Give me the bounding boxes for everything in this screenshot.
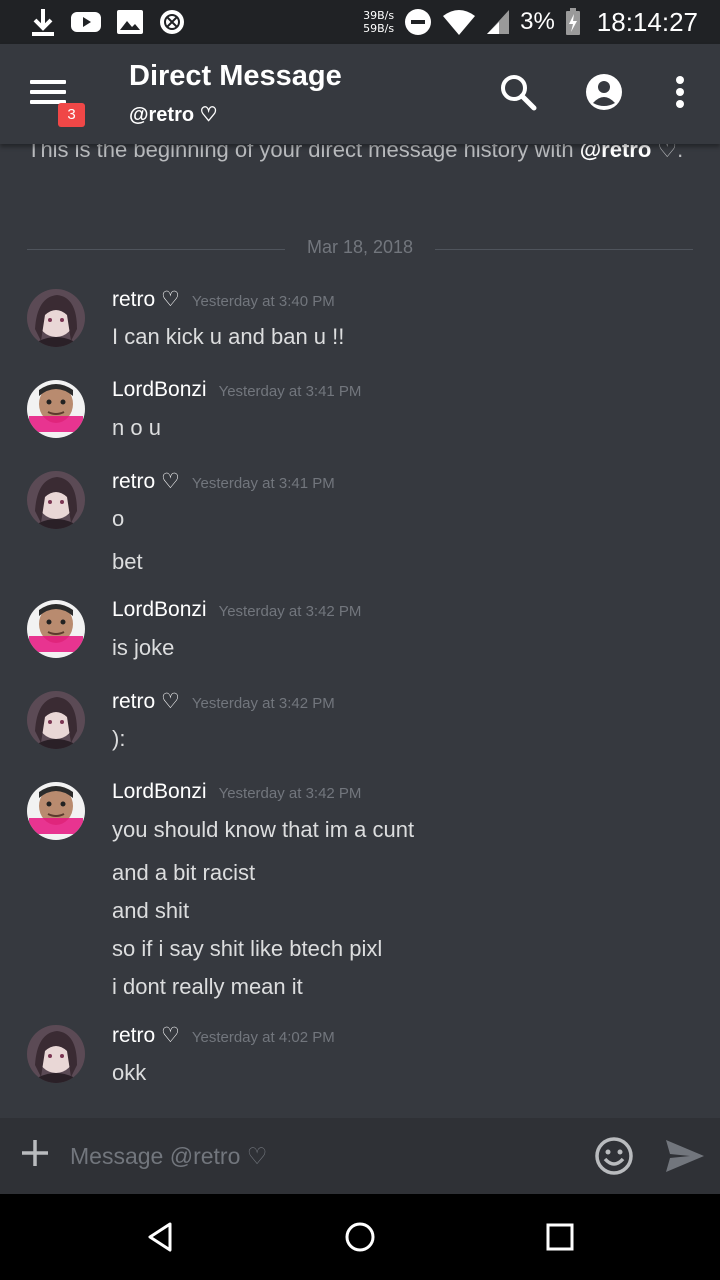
message-timestamp: Yesterday at 3:41 PM — [218, 383, 362, 400]
message-author[interactable]: LordBonzi Yesterday at 3:42 PM — [112, 780, 361, 804]
page-subtitle: @retro ♡ — [129, 104, 218, 126]
message-text: and shit — [112, 898, 190, 923]
avatar[interactable] — [27, 380, 85, 438]
message-text: ): — [112, 726, 126, 751]
message-text: bet — [112, 549, 143, 574]
history-intro: This is the beginning of your direct mes… — [27, 144, 697, 168]
app-header: 3 Direct Message @retro ♡ — [0, 44, 720, 144]
avatar[interactable] — [27, 691, 85, 749]
date-divider: Mar 18, 2018 — [27, 237, 693, 261]
avatar[interactable] — [27, 600, 85, 658]
message-text: is joke — [112, 635, 175, 660]
more-vertical-icon[interactable] — [660, 72, 700, 112]
avatar[interactable] — [27, 289, 85, 347]
message-timestamp: Yesterday at 3:40 PM — [191, 293, 335, 310]
status-bar: 39B/s 59B/s 3% 18:14:27 — [0, 0, 720, 44]
wifi-icon — [443, 10, 476, 35]
message-text: I can kick u and ban u !! — [112, 324, 345, 349]
menu-icon-bar — [30, 90, 66, 94]
intro-user[interactable]: @retro — [580, 144, 652, 162]
net-down: 59B/s — [363, 22, 395, 35]
message-timestamp: Yesterday at 3:42 PM — [218, 785, 362, 802]
message-text: you should know that im a cunt — [112, 817, 415, 842]
recents-icon[interactable] — [543, 1220, 577, 1254]
message-text: and a bit racist — [112, 860, 256, 885]
message-timestamp: Yesterday at 3:42 PM — [191, 695, 335, 712]
search-icon[interactable] — [498, 72, 538, 112]
message-text: n o u — [112, 415, 161, 440]
message-text: o — [112, 506, 125, 531]
message-timestamp: Yesterday at 3:42 PM — [218, 603, 362, 620]
avatar[interactable] — [27, 471, 85, 529]
gallery-icon — [117, 10, 143, 34]
avatar[interactable] — [27, 1025, 85, 1083]
download-icon — [32, 9, 54, 36]
net-up: 39B/s — [363, 9, 395, 22]
signal-icon — [487, 10, 510, 34]
message-author[interactable]: LordBonzi Yesterday at 3:42 PM — [112, 598, 361, 622]
message-input[interactable] — [70, 1136, 570, 1176]
message-author[interactable]: retro ♡ Yesterday at 4:02 PM — [112, 1023, 335, 1048]
message-author[interactable]: retro ♡ Yesterday at 3:40 PM — [112, 287, 335, 312]
message-composer — [0, 1118, 720, 1194]
plus-icon[interactable] — [20, 1138, 50, 1168]
author-name[interactable]: retro ♡ — [112, 470, 180, 493]
divider-line — [27, 249, 285, 250]
emoji-icon[interactable] — [594, 1136, 634, 1176]
author-name[interactable]: retro ♡ — [112, 288, 180, 311]
message-text: so if i say shit like btech pixl — [112, 936, 383, 961]
message-list[interactable]: This is the beginning of your direct mes… — [0, 144, 720, 1118]
message-author[interactable]: retro ♡ Yesterday at 3:42 PM — [112, 689, 335, 714]
back-icon[interactable] — [143, 1220, 177, 1254]
app-icon — [160, 10, 184, 34]
page-title: Direct Message — [129, 60, 342, 92]
message-author[interactable]: LordBonzi Yesterday at 3:41 PM — [112, 378, 361, 402]
intro-suffix: ♡. — [657, 144, 684, 162]
system-nav-bar — [0, 1194, 720, 1280]
message-text: i dont really mean it — [112, 974, 303, 999]
notification-badge: 3 — [58, 103, 85, 127]
message-timestamp: Yesterday at 4:02 PM — [191, 1029, 335, 1046]
profile-icon[interactable] — [584, 72, 624, 112]
home-icon[interactable] — [343, 1220, 377, 1254]
author-name[interactable]: retro ♡ — [112, 1024, 180, 1047]
battery-percent: 3% — [520, 8, 555, 35]
battery-charging-icon — [565, 8, 580, 35]
author-name[interactable]: LordBonzi — [112, 598, 207, 621]
network-speed: 39B/s 59B/s — [363, 9, 394, 35]
menu-icon — [30, 80, 66, 84]
youtube-icon — [71, 12, 101, 32]
clock: 18:14:27 — [596, 6, 698, 37]
message-timestamp: Yesterday at 3:41 PM — [191, 475, 335, 492]
send-icon[interactable] — [664, 1136, 706, 1176]
author-name[interactable]: LordBonzi — [112, 378, 207, 401]
message-author[interactable]: retro ♡ Yesterday at 3:41 PM — [112, 469, 335, 494]
avatar[interactable] — [27, 782, 85, 840]
message-text: okk — [112, 1060, 147, 1085]
intro-text: This is the beginning of your direct mes… — [27, 144, 580, 162]
author-name[interactable]: retro ♡ — [112, 690, 180, 713]
dnd-icon — [405, 9, 432, 35]
divider-line — [435, 249, 693, 250]
divider-date: Mar 18, 2018 — [306, 237, 414, 257]
author-name[interactable]: LordBonzi — [112, 780, 207, 803]
